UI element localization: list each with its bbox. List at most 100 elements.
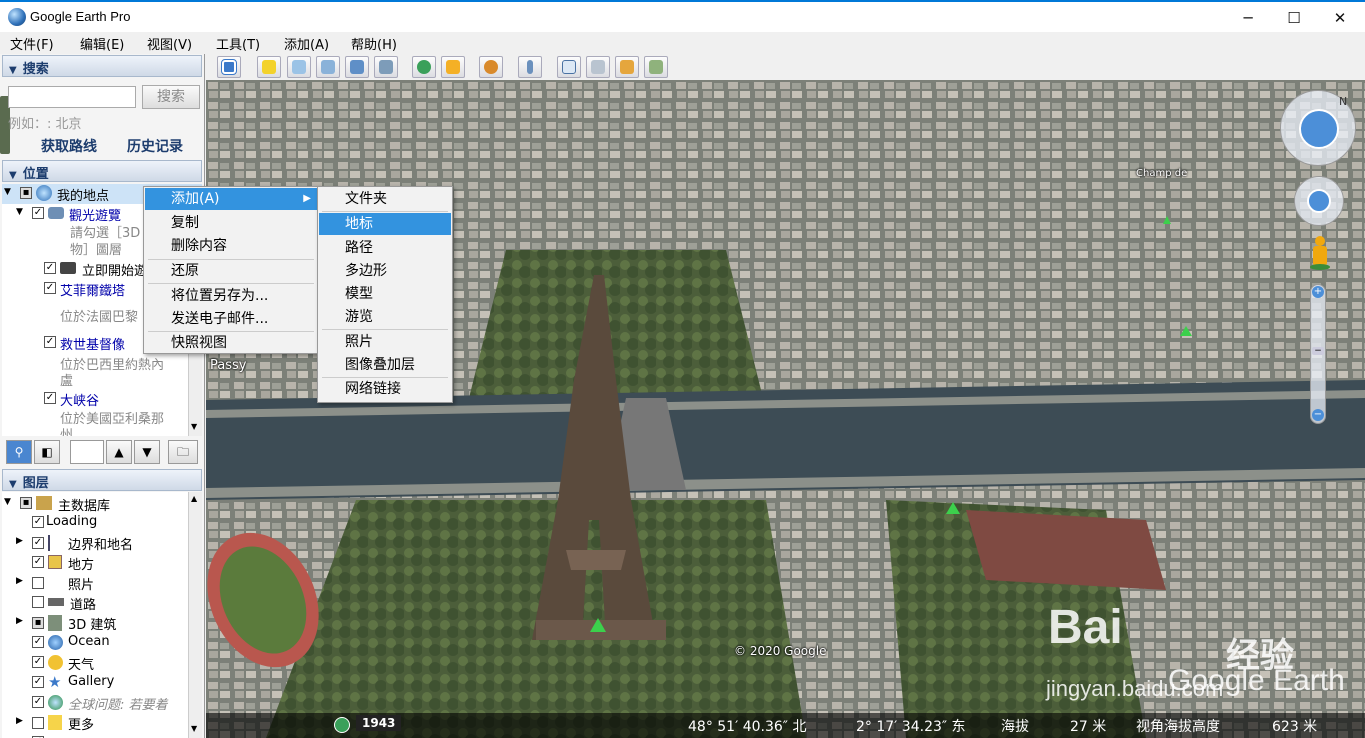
menu-bar: 文件(F) 编辑(E) 视图(V) 工具(T) 添加(A) 帮助(H) bbox=[0, 32, 1365, 54]
view-in-maps-button[interactable] bbox=[615, 56, 639, 78]
print-button[interactable] bbox=[586, 56, 610, 78]
add-path-button[interactable] bbox=[316, 56, 340, 78]
checkbox[interactable] bbox=[32, 577, 44, 589]
globe-icon bbox=[36, 185, 52, 201]
more-icon bbox=[48, 715, 62, 730]
checkbox[interactable]: ✓ bbox=[44, 282, 56, 294]
submenu-item-path[interactable]: 路径 bbox=[319, 237, 451, 259]
look-control[interactable]: N bbox=[1280, 90, 1356, 166]
placemark-icon[interactable] bbox=[1163, 216, 1171, 224]
context-item-delete-contents[interactable]: 删除内容 bbox=[145, 235, 317, 257]
history-link[interactable]: 历史记录 bbox=[127, 136, 183, 156]
move-up-button[interactable]: ▲ bbox=[106, 440, 132, 464]
checkbox[interactable]: ✓ bbox=[32, 636, 44, 648]
tree-description: 位於巴西里約熱內 bbox=[60, 358, 165, 373]
placemark-icon[interactable] bbox=[590, 618, 606, 632]
search-input[interactable] bbox=[8, 86, 136, 108]
checkbox[interactable]: ✓ bbox=[32, 556, 44, 568]
checkbox[interactable]: ✓ bbox=[32, 696, 44, 708]
checkbox[interactable] bbox=[32, 596, 44, 608]
checkbox[interactable]: ✓ bbox=[32, 207, 44, 219]
search-places-button[interactable]: ⚲ bbox=[6, 440, 32, 464]
submenu-item-image-overlay[interactable]: 图像叠加层 bbox=[319, 354, 451, 376]
submenu-item-polygon[interactable]: 多边形 bbox=[319, 260, 451, 282]
menu-file[interactable]: 文件(F) bbox=[10, 34, 54, 53]
context-item-add[interactable]: 添加(A) ▶ bbox=[145, 188, 317, 210]
context-item-revert[interactable]: 还原 bbox=[145, 260, 317, 282]
add-overlay-button[interactable] bbox=[345, 56, 369, 78]
layers-scrollbar[interactable]: ▲ ▼ bbox=[188, 492, 202, 738]
scroll-down-icon[interactable]: ▼ bbox=[191, 724, 197, 733]
context-item-copy[interactable]: 复制 bbox=[145, 212, 317, 234]
submenu-item-placemark[interactable]: 地标 bbox=[319, 213, 451, 235]
layer-label: 地形 bbox=[68, 734, 94, 738]
minimize-button[interactable]: ─ bbox=[1225, 4, 1271, 32]
collapse-triangle-icon: ▼ bbox=[4, 187, 11, 197]
checkbox[interactable]: ✓ bbox=[44, 392, 56, 404]
scroll-down-icon[interactable]: ▼ bbox=[191, 422, 197, 431]
menu-view[interactable]: 视图(V) bbox=[147, 34, 192, 53]
add-polygon-button[interactable] bbox=[287, 56, 311, 78]
checkbox[interactable]: ▪ bbox=[20, 497, 32, 509]
search-button[interactable]: 搜索 bbox=[142, 85, 200, 109]
checkbox[interactable]: ✓ bbox=[32, 537, 44, 549]
checkbox[interactable]: ▪ bbox=[32, 617, 44, 629]
menu-tools[interactable]: 工具(T) bbox=[216, 34, 260, 53]
scroll-up-icon[interactable]: ▲ bbox=[191, 494, 197, 503]
context-item-save-place-as[interactable]: 将位置另存为... bbox=[145, 285, 317, 307]
historical-clock-icon[interactable] bbox=[334, 717, 350, 733]
zoom-slider[interactable]: + − − bbox=[1310, 284, 1326, 424]
places-filter-input[interactable] bbox=[70, 440, 104, 464]
placemark-icon[interactable] bbox=[1180, 326, 1192, 336]
zoom-in-icon[interactable]: + bbox=[1312, 286, 1324, 298]
ruler-button[interactable] bbox=[518, 56, 542, 78]
checkbox[interactable]: ✓ bbox=[32, 656, 44, 668]
layers-header[interactable]: ▼ 图层 bbox=[2, 469, 202, 491]
submenu-item-network-link[interactable]: 网络链接 bbox=[319, 378, 451, 400]
north-reset-icon[interactable]: N bbox=[1339, 95, 1347, 108]
email-button[interactable] bbox=[557, 56, 581, 78]
places-header[interactable]: ▼ 位置 bbox=[2, 160, 202, 182]
context-item-snapshot-view[interactable]: 快照视图 bbox=[145, 332, 317, 354]
move-control[interactable] bbox=[1294, 176, 1344, 226]
checkbox[interactable]: ✓ bbox=[44, 336, 56, 348]
maximize-button[interactable]: ☐ bbox=[1271, 4, 1317, 32]
submenu-item-model[interactable]: 模型 bbox=[319, 283, 451, 305]
zoom-slider-thumb[interactable]: − bbox=[1312, 347, 1324, 356]
save-image-button[interactable] bbox=[644, 56, 668, 78]
google-earth-icon bbox=[8, 8, 26, 26]
historical-imagery-button[interactable] bbox=[412, 56, 436, 78]
map-view[interactable]: Passy Champ de © 2020 Google Bai 经验 Goog… bbox=[206, 80, 1365, 738]
checkbox[interactable]: ✓ bbox=[32, 676, 44, 688]
get-directions-link[interactable]: 获取路线 bbox=[41, 136, 97, 156]
eye-icon bbox=[1299, 109, 1339, 149]
add-placemark-button[interactable] bbox=[257, 56, 281, 78]
panel-toggle-button[interactable]: ◧ bbox=[34, 440, 60, 464]
submenu-item-photo[interactable]: 照片 bbox=[319, 331, 451, 353]
checkbox[interactable]: ✓ bbox=[44, 262, 56, 274]
checkbox[interactable] bbox=[32, 717, 44, 729]
placemark-icon[interactable] bbox=[946, 502, 960, 514]
weather-icon bbox=[48, 655, 63, 670]
menu-add[interactable]: 添加(A) bbox=[284, 34, 329, 53]
menu-edit[interactable]: 编辑(E) bbox=[80, 34, 124, 53]
place-icon bbox=[48, 555, 62, 569]
move-down-button[interactable]: ▼ bbox=[134, 440, 160, 464]
planets-button[interactable] bbox=[479, 56, 503, 78]
close-button[interactable]: ✕ bbox=[1317, 4, 1363, 32]
checkbox[interactable]: ✓ bbox=[32, 516, 44, 528]
submenu-item-folder[interactable]: 文件夹 bbox=[319, 188, 451, 210]
sidebar-toggle-button[interactable] bbox=[217, 56, 241, 78]
record-tour-button[interactable] bbox=[374, 56, 398, 78]
layer-label: Loading bbox=[46, 514, 98, 529]
submenu-item-tour[interactable]: 游览 bbox=[319, 306, 451, 328]
checkbox[interactable]: ▪ bbox=[20, 187, 32, 199]
folder-button[interactable]: 🗀 bbox=[168, 440, 198, 464]
street-view-pegman[interactable] bbox=[1310, 236, 1330, 272]
watermark-url: jingyan.baidu.com bbox=[1046, 676, 1224, 701]
context-item-email[interactable]: 发送电子邮件... bbox=[145, 308, 317, 330]
search-header[interactable]: ▼ 搜索 bbox=[2, 55, 202, 77]
sunlight-button[interactable] bbox=[441, 56, 465, 78]
zoom-out-icon[interactable]: − bbox=[1312, 409, 1324, 421]
menu-help[interactable]: 帮助(H) bbox=[351, 34, 397, 53]
